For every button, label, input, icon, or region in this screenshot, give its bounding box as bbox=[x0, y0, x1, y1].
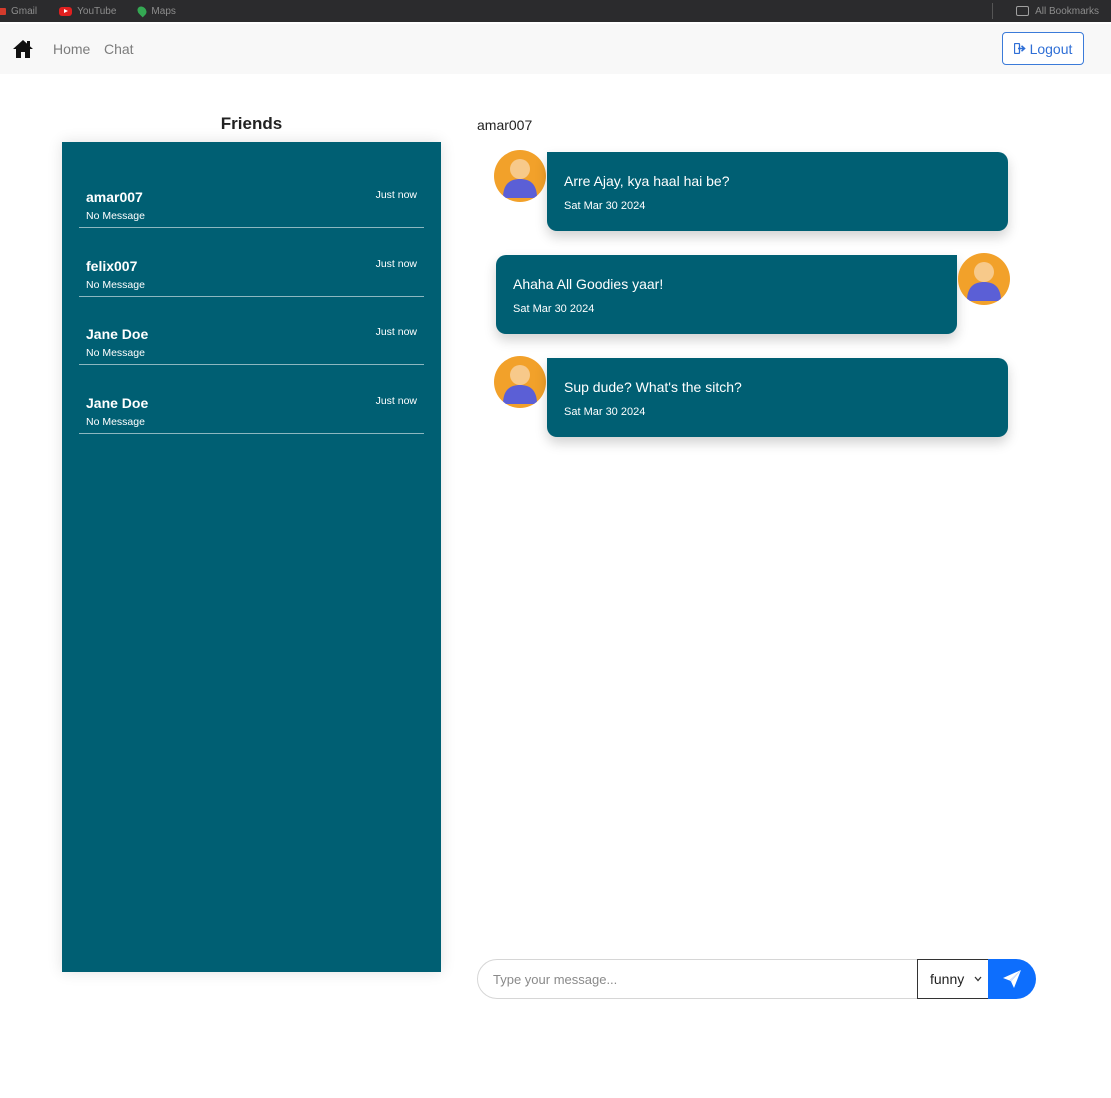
friend-item[interactable]: amar007 No Message Just now bbox=[79, 159, 424, 228]
message-bubble: Sup dude? What's the sitch? Sat Mar 30 2… bbox=[547, 358, 1008, 437]
nav-chat-link[interactable]: Chat bbox=[104, 41, 134, 57]
message-text: Sup dude? What's the sitch? bbox=[564, 379, 742, 395]
friend-last-message: No Message bbox=[86, 210, 145, 222]
home-icon[interactable] bbox=[12, 39, 34, 59]
bookmark-youtube[interactable]: YouTube bbox=[59, 6, 116, 17]
friend-name: Jane Doe bbox=[86, 395, 149, 411]
mood-selected-value: funny bbox=[930, 971, 965, 987]
friend-item[interactable]: Jane Doe No Message Just now bbox=[79, 296, 424, 365]
logout-label: Logout bbox=[1029, 40, 1073, 57]
bookmark-label: YouTube bbox=[77, 5, 117, 17]
message-bubble: Arre Ajay, kya haal hai be? Sat Mar 30 2… bbox=[547, 152, 1008, 231]
paper-plane-icon bbox=[1003, 970, 1021, 988]
bookmarks-bar: Gmail YouTube Maps All Bookmarks bbox=[0, 0, 1111, 22]
friend-last-message: No Message bbox=[86, 279, 145, 291]
user-avatar-icon bbox=[494, 356, 546, 408]
friend-time: Just now bbox=[375, 258, 417, 270]
friend-last-message: No Message bbox=[86, 347, 145, 359]
user-avatar-icon bbox=[958, 253, 1010, 305]
user-avatar-icon bbox=[494, 150, 546, 202]
friend-time: Just now bbox=[375, 395, 417, 407]
friend-item[interactable]: felix007 No Message Just now bbox=[79, 228, 424, 297]
bookmark-maps[interactable]: Maps bbox=[136, 4, 176, 18]
message-date: Sat Mar 30 2024 bbox=[564, 200, 646, 212]
bookmarks-divider bbox=[992, 3, 993, 19]
friend-name: amar007 bbox=[86, 189, 143, 205]
chevron-down-icon bbox=[974, 976, 982, 982]
chat-active-user: amar007 bbox=[477, 117, 533, 133]
friend-name: felix007 bbox=[86, 258, 138, 274]
all-bookmarks-button[interactable]: All Bookmarks bbox=[1016, 0, 1099, 22]
message-date: Sat Mar 30 2024 bbox=[564, 406, 646, 418]
friend-last-message: No Message bbox=[86, 416, 145, 428]
logout-button[interactable]: Logout bbox=[1002, 32, 1084, 65]
logout-icon bbox=[1013, 43, 1026, 54]
youtube-icon bbox=[59, 6, 73, 16]
send-button[interactable] bbox=[988, 959, 1036, 999]
bookmark-label: Gmail bbox=[11, 5, 38, 17]
message-text: Arre Ajay, kya haal hai be? bbox=[564, 173, 730, 189]
message-text: Ahaha All Goodies yaar! bbox=[513, 276, 664, 292]
folder-icon bbox=[1016, 6, 1030, 16]
message-date: Sat Mar 30 2024 bbox=[513, 303, 595, 315]
friends-title: Friends bbox=[220, 114, 283, 133]
mood-select[interactable]: funny bbox=[917, 959, 989, 999]
friend-time: Just now bbox=[375, 189, 417, 201]
bookmark-label: Maps bbox=[151, 5, 176, 17]
bookmark-gmail[interactable]: Gmail bbox=[0, 6, 37, 17]
all-bookmarks-label: All Bookmarks bbox=[1035, 5, 1099, 17]
maps-icon bbox=[136, 4, 149, 18]
friend-item[interactable]: Jane Doe No Message Just now bbox=[79, 365, 424, 434]
message-bubble: Ahaha All Goodies yaar! Sat Mar 30 2024 bbox=[496, 255, 957, 334]
message-input[interactable] bbox=[477, 959, 919, 999]
gmail-icon bbox=[0, 7, 6, 15]
navbar: Home Chat Logout bbox=[0, 24, 1111, 74]
friend-time: Just now bbox=[375, 326, 417, 338]
nav-home-link[interactable]: Home bbox=[53, 41, 90, 57]
friends-panel: amar007 No Message Just now felix007 No … bbox=[62, 142, 441, 972]
friend-name: Jane Doe bbox=[86, 326, 149, 342]
